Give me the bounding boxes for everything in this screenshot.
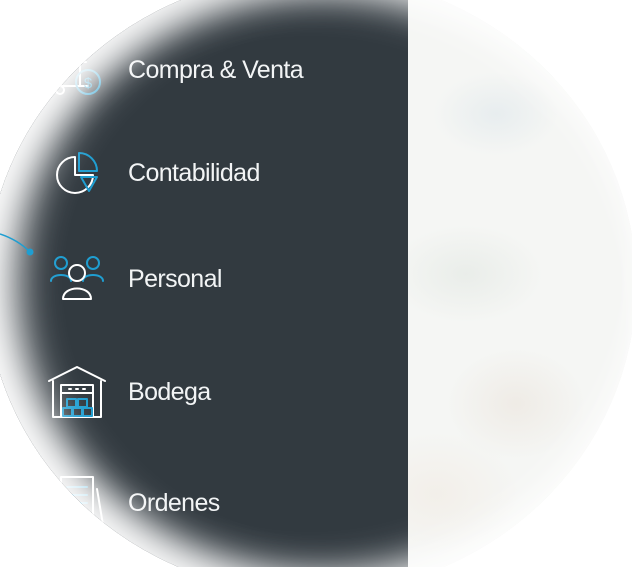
warehouse-icon xyxy=(42,357,112,427)
people-group-icon xyxy=(42,244,112,314)
sidebar-item-personal[interactable]: Personal xyxy=(42,244,382,314)
sidebar-item-label: Ordenes xyxy=(128,488,220,517)
sidebar-item-bodega[interactable]: Bodega xyxy=(42,357,382,427)
pie-chart-icon xyxy=(42,138,112,208)
sidebar-item-contabilidad[interactable]: Contabilidad xyxy=(42,138,382,208)
sidebar-item-label: Contabilidad xyxy=(128,158,260,187)
content-area xyxy=(406,0,632,567)
sidebar-item-label: Personal xyxy=(128,264,222,293)
sidebar-item-label: Compra & Venta xyxy=(128,55,304,84)
sidebar-menu: $ Compra & Venta Contabilidad Personal B… xyxy=(0,0,408,567)
svg-text:$: $ xyxy=(84,75,93,92)
truck-dollar-icon: $ xyxy=(42,35,112,105)
sidebar-item-ordenes[interactable]: Ordenes xyxy=(42,468,382,538)
sidebar-item-label: Bodega xyxy=(128,377,211,406)
magnifier-lens: $ Compra & Venta Contabilidad Personal B… xyxy=(0,0,632,567)
documents-icon xyxy=(42,468,112,538)
app-stage: $ Compra & Venta Contabilidad Personal B… xyxy=(0,0,632,567)
sidebar-item-compra-venta[interactable]: $ Compra & Venta xyxy=(42,35,382,105)
